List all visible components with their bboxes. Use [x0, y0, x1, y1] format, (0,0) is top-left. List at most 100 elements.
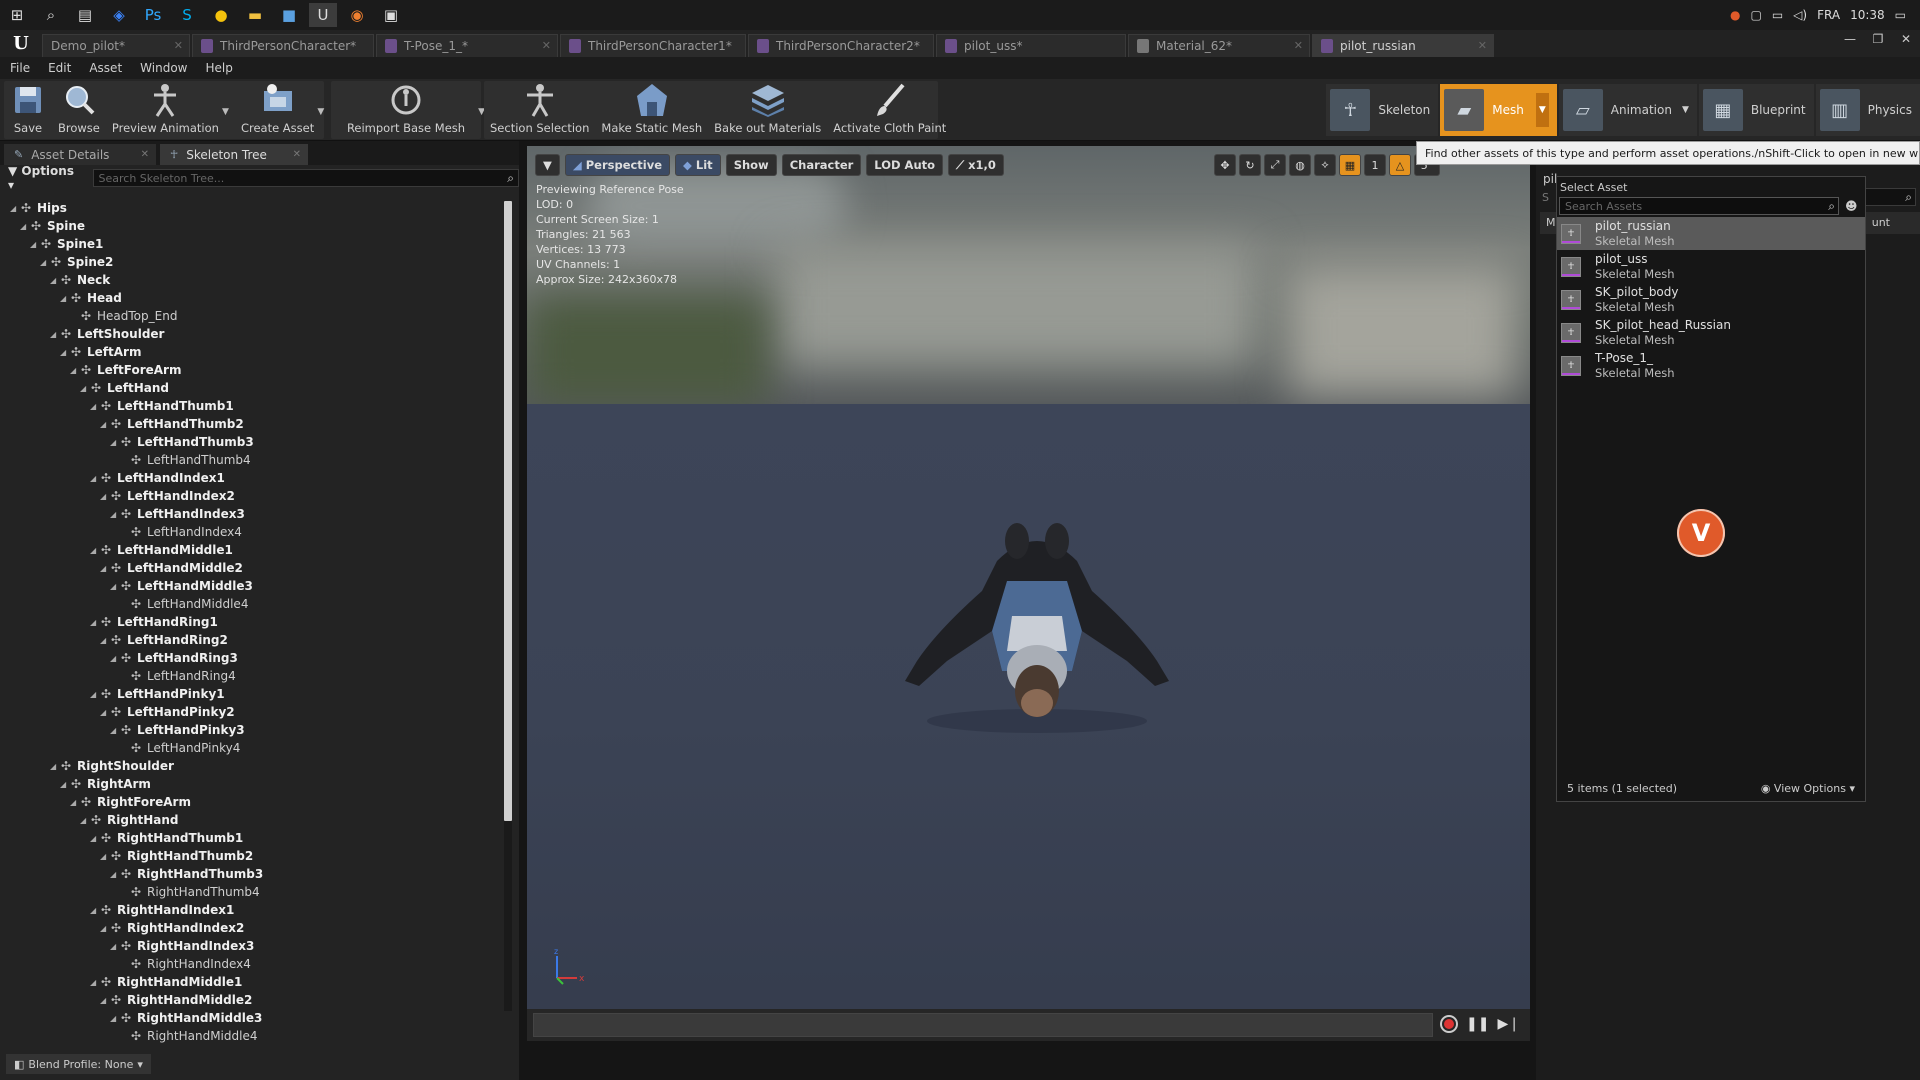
bone-row[interactable]: ✣ LeftHandPinky4	[0, 739, 502, 757]
surface-snap-icon[interactable]: ⟡	[1314, 154, 1336, 176]
create-asset-button[interactable]: Create Asset ▼	[235, 81, 324, 139]
bone-row[interactable]: ◢ ✣ LeftArm	[0, 343, 502, 361]
bone-row[interactable]: ◢ ✣ RightHandThumb1	[0, 829, 502, 847]
close-icon[interactable]: ✕	[1478, 39, 1487, 52]
close-icon[interactable]: ✕	[141, 149, 149, 160]
restore-icon[interactable]: ❐	[1864, 30, 1892, 48]
expand-arrow-icon[interactable]: ◢	[100, 924, 110, 933]
bone-row[interactable]: ◢ ✣ RightHand	[0, 811, 502, 829]
app-unreal-icon[interactable]: U	[309, 3, 337, 27]
character-button[interactable]: Character	[781, 154, 862, 176]
clock[interactable]: 10:38	[1850, 8, 1885, 22]
expand-arrow-icon[interactable]: ◢	[60, 780, 70, 789]
preview-viewport[interactable]: ▼ ◢ Perspective ◆ Lit Show Character LOD A…	[527, 146, 1530, 1041]
chevron-down-icon[interactable]: ▼	[317, 107, 324, 117]
show-button[interactable]: Show	[725, 154, 777, 176]
record-button[interactable]	[1440, 1015, 1459, 1033]
expand-arrow-icon[interactable]: ◢	[90, 618, 100, 627]
preview-animation-button[interactable]: Preview Animation ▼	[106, 81, 229, 139]
pause-icon[interactable]: ❚❚	[1466, 1016, 1489, 1032]
playback-speed-button[interactable]: ⟋ x1,0	[948, 154, 1004, 176]
mode-animation-button[interactable]: ▱ Animation ▼	[1558, 84, 1697, 136]
grid-size-value[interactable]: 1	[1364, 154, 1386, 176]
task-view-icon[interactable]: ▤	[71, 3, 99, 27]
tab-skeleton-tree[interactable]: ☥ Skeleton Tree ✕	[160, 144, 308, 165]
bone-row[interactable]: ◢ ✣ LeftForeArm	[0, 361, 502, 379]
bone-row[interactable]: ◢ ✣ LeftHandPinky3	[0, 721, 502, 739]
reimport-base-mesh-button[interactable]: Reimport Base Mesh ▼	[331, 81, 485, 139]
expand-arrow-icon[interactable]: ◢	[90, 978, 100, 987]
bone-row[interactable]: ◢ ✣ LeftHandMiddle1	[0, 541, 502, 559]
chevron-down-icon[interactable]: ▼	[222, 107, 229, 117]
mode-skeleton-button[interactable]: ☥ Skeleton	[1326, 84, 1439, 136]
network-icon[interactable]: ▭	[1772, 8, 1783, 22]
timeline-scrubber[interactable]	[533, 1013, 1433, 1037]
bone-row[interactable]: ◢ ✣ LeftHandIndex3	[0, 505, 502, 523]
bone-row[interactable]: ◢ ✣ RightHandIndex2	[0, 919, 502, 937]
tab-thirdpersoncharacter2[interactable]: ThirdPersonCharacter2*	[748, 34, 934, 57]
viewport-options-button[interactable]: ▼	[535, 154, 560, 176]
tab-thirdpersoncharacter1[interactable]: ThirdPersonCharacter1*	[560, 34, 746, 57]
menu-asset[interactable]: Asset	[89, 61, 122, 75]
asset-item[interactable]: ☥ pilot_russian Skeletal Mesh	[1557, 217, 1865, 250]
language-indicator[interactable]: FRA	[1817, 8, 1840, 22]
expand-arrow-icon[interactable]: ◢	[100, 492, 110, 501]
expand-arrow-icon[interactable]: ◢	[110, 870, 120, 879]
lod-auto-button[interactable]: LOD Auto	[866, 154, 944, 176]
bone-row[interactable]: ◢ ✣ LeftHand	[0, 379, 502, 397]
expand-arrow-icon[interactable]: ◢	[90, 546, 100, 555]
app-blender-icon[interactable]: ◉	[343, 3, 371, 27]
mode-physics-button[interactable]: ▥ Physics	[1815, 84, 1920, 136]
bone-row[interactable]: ◢ ✣ Head	[0, 289, 502, 307]
windows-start-icon[interactable]: ⊞	[3, 3, 31, 27]
step-forward-icon[interactable]: ▶❘	[1498, 1016, 1521, 1032]
bone-row[interactable]: ◢ ✣ LeftHandMiddle2	[0, 559, 502, 577]
expand-arrow-icon[interactable]: ◢	[110, 942, 120, 951]
expand-arrow-icon[interactable]: ◢	[70, 366, 80, 375]
bone-row[interactable]: ✣ LeftHandMiddle4	[0, 595, 502, 613]
app-photoshop-icon[interactable]: Ps	[139, 3, 167, 27]
rotation-snap-icon[interactable]: △	[1389, 154, 1411, 176]
perspective-button[interactable]: ◢ Perspective	[564, 154, 671, 176]
bone-row[interactable]: ◢ ✣ LeftHandRing2	[0, 631, 502, 649]
bone-row[interactable]: ◢ ✣ LeftHandPinky2	[0, 703, 502, 721]
expand-arrow-icon[interactable]: ◢	[40, 258, 50, 267]
bone-row[interactable]: ✣ LeftHandRing4	[0, 667, 502, 685]
bone-row[interactable]: ◢ ✣ Spine1	[0, 235, 502, 253]
bone-row[interactable]: ◢ ✣ Neck	[0, 271, 502, 289]
bone-row[interactable]: ◢ ✣ Hips	[0, 199, 502, 217]
expand-arrow-icon[interactable]: ◢	[100, 420, 110, 429]
app-dropbox-icon[interactable]: ◈	[105, 3, 133, 27]
expand-arrow-icon[interactable]: ◢	[90, 402, 100, 411]
asset-item[interactable]: ☥ SK_pilot_body Skeletal Mesh	[1557, 283, 1865, 316]
skeleton-tree-search-input[interactable]: Search Skeleton Tree... ⌕	[92, 169, 519, 187]
taskbar-search-icon[interactable]: ⌕	[37, 3, 65, 27]
bone-row[interactable]: ◢ ✣ LeftHandIndex2	[0, 487, 502, 505]
app-blue-icon[interactable]: ■	[275, 3, 303, 27]
expand-arrow-icon[interactable]: ◢	[90, 690, 100, 699]
app-chrome-icon[interactable]: ●	[207, 3, 235, 27]
app-skype-icon[interactable]: S	[173, 3, 201, 27]
tab-material-62[interactable]: Material_62* ✕	[1128, 34, 1310, 57]
bone-row[interactable]: ✣ LeftHandThumb4	[0, 451, 502, 469]
menu-help[interactable]: Help	[205, 61, 232, 75]
expand-arrow-icon[interactable]: ◢	[110, 1014, 120, 1023]
tab-demo-pilot[interactable]: Demo_pilot* ✕	[42, 34, 190, 57]
bone-row[interactable]: ◢ ✣ LeftHandThumb2	[0, 415, 502, 433]
expand-arrow-icon[interactable]: ◢	[50, 762, 60, 771]
scale-icon[interactable]: ⤢	[1264, 154, 1286, 176]
tree-scrollbar[interactable]	[504, 201, 512, 1011]
tab-asset-details[interactable]: ✎ Asset Details ✕	[4, 144, 156, 165]
lit-button[interactable]: ◆ Lit	[675, 154, 721, 176]
expand-arrow-icon[interactable]: ◢	[90, 834, 100, 843]
bone-row[interactable]: ◢ ✣ LeftHandThumb1	[0, 397, 502, 415]
bone-row[interactable]: ✣ HeadTop_End	[0, 307, 502, 325]
bone-row[interactable]: ◢ ✣ LeftHandPinky1	[0, 685, 502, 703]
bone-row[interactable]: ◢ ✣ RightShoulder	[0, 757, 502, 775]
expand-arrow-icon[interactable]: ◢	[50, 330, 60, 339]
menu-window[interactable]: Window	[140, 61, 187, 75]
expand-arrow-icon[interactable]: ◢	[100, 852, 110, 861]
view-options-button[interactable]: ◉ View Options ▾	[1761, 782, 1855, 795]
expand-arrow-icon[interactable]: ◢	[100, 564, 110, 573]
blend-profile-dropdown[interactable]: ◧ Blend Profile: None ▾	[6, 1054, 151, 1074]
